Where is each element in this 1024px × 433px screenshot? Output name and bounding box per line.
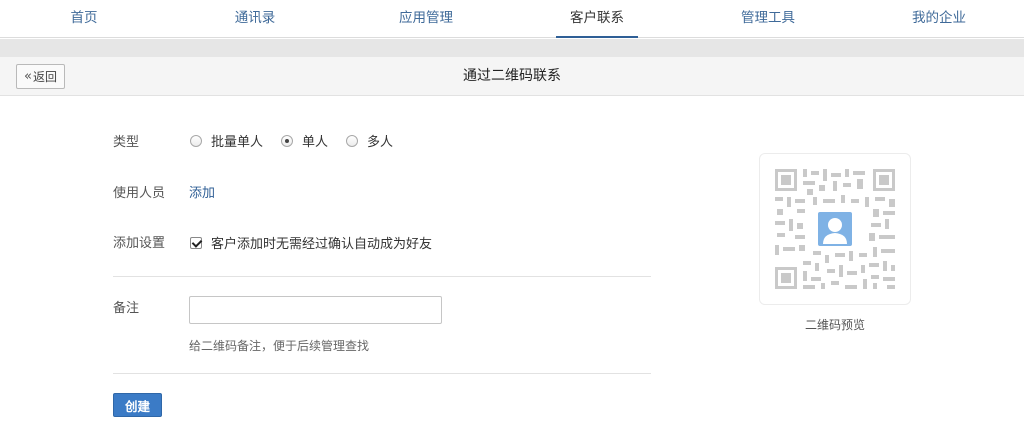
nav-item-my-enterprise[interactable]: 我的企业 <box>912 0 966 38</box>
qr-code-preview <box>759 153 911 305</box>
nav-item-management-tools[interactable]: 管理工具 <box>741 0 795 38</box>
add-users-link[interactable]: 添加 <box>189 182 215 201</box>
back-button[interactable]: « 返回 <box>16 64 65 89</box>
separator-bar <box>0 39 1024 57</box>
radio-label: 单人 <box>302 135 329 150</box>
remark-input[interactable] <box>189 296 442 324</box>
settings-label: 添加设置 <box>113 236 166 251</box>
nav-item-customer-contact[interactable]: 客户联系 <box>556 0 638 38</box>
divider <box>113 276 651 277</box>
auto-friend-checkbox-label: 客户添加时无需经过确认自动成为好友 <box>211 237 433 252</box>
top-nav: 首页 通讯录 应用管理 客户联系 管理工具 我的企业 <box>0 0 1024 38</box>
qr-code-icon <box>775 169 895 289</box>
nav-item-contacts[interactable]: 通讯录 <box>235 0 276 38</box>
remark-label: 备注 <box>113 301 140 316</box>
radio-circle-checked[interactable] <box>281 134 294 147</box>
type-radio-group: 批量单人 单人 多人 <box>190 131 411 150</box>
page-header: 通过二维码联系 « 返回 <box>0 57 1024 96</box>
users-label: 使用人员 <box>113 186 166 201</box>
double-chevron-left-icon: « <box>24 69 32 84</box>
radio-circle[interactable] <box>346 134 359 147</box>
nav-item-app-management[interactable]: 应用管理 <box>399 0 453 38</box>
radio-circle[interactable] <box>190 134 202 147</box>
back-button-label: 返回 <box>32 70 57 84</box>
remark-hint: 给二维码备注，便于后续管理查找 <box>189 339 370 353</box>
radio-label: 批量单人 <box>211 135 264 150</box>
qr-preview-caption: 二维码预览 <box>804 318 865 332</box>
auto-friend-checkbox[interactable] <box>190 236 202 249</box>
type-label: 类型 <box>113 135 140 150</box>
page-title: 通过二维码联系 <box>463 68 561 84</box>
auto-friend-setting: 客户添加时无需经过确认自动成为好友 <box>190 233 432 252</box>
divider <box>113 373 651 374</box>
radio-single[interactable]: 单人 <box>281 131 328 150</box>
nav-item-home[interactable]: 首页 <box>71 0 98 38</box>
radio-label: 多人 <box>367 135 394 150</box>
radio-multiple[interactable]: 多人 <box>346 131 393 150</box>
create-button[interactable]: 创建 <box>113 393 162 417</box>
radio-batch-single[interactable]: 批量单人 <box>190 131 263 150</box>
